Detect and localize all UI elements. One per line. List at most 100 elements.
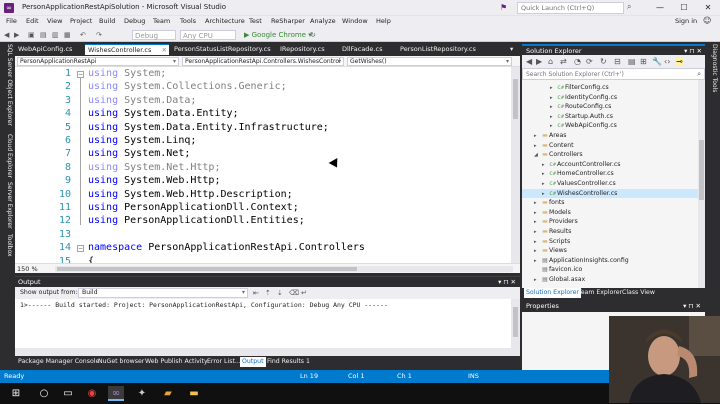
solution-tree[interactable]: ▸ C#FilterConfig.cs ▸ C#IdentityConfig.cs ▸ C… xyxy=(522,80,705,288)
close-button[interactable]: ✕ xyxy=(696,0,720,16)
output-horizontal-scrollbar[interactable] xyxy=(15,348,511,356)
tab-solution-explorer[interactable]: Solution Explorer xyxy=(524,288,581,298)
sync-icon[interactable]: ⟳ xyxy=(586,57,593,66)
tree-item[interactable]: ◢ ▬Controllers xyxy=(534,150,583,159)
editor-vertical-scrollbar[interactable] xyxy=(511,67,520,263)
menu-test[interactable]: Test xyxy=(249,17,262,25)
scrollbar-thumb[interactable] xyxy=(513,79,518,119)
back-icon[interactable]: ◀ xyxy=(4,30,9,40)
search-icon[interactable]: ○ xyxy=(36,386,52,401)
tree-item[interactable]: ▸ ▬Models xyxy=(534,208,571,217)
menu-architecture[interactable]: Architecture xyxy=(205,17,245,25)
tab-wishescontroller[interactable]: WishesController.cs ✕ xyxy=(85,44,169,55)
tab-output[interactable]: Output xyxy=(240,357,266,367)
preview-icon[interactable]: ⊞ xyxy=(640,57,647,66)
tab-find-results[interactable]: Find Results 1 xyxy=(267,357,310,367)
quick-launch-input[interactable]: Quick Launch (Ctrl+Q) xyxy=(517,2,624,14)
refresh-icon[interactable]: ↻ xyxy=(600,57,607,66)
find-message-icon[interactable]: ⇤ xyxy=(253,289,259,297)
menu-analyze[interactable]: Analyze xyxy=(310,17,336,25)
tree-item[interactable]: ▸ C#IdentityConfig.cs xyxy=(550,93,617,102)
output-source-select[interactable]: Build ▾ xyxy=(78,288,248,298)
output-vertical-scrollbar[interactable] xyxy=(511,299,520,356)
fold-toggle-icon[interactable]: − xyxy=(77,71,84,78)
home-icon[interactable]: ⌂ xyxy=(548,57,553,66)
tab-class-view[interactable]: Class View xyxy=(622,288,655,298)
tree-item[interactable]: ▸ C#RouteConfig.cs xyxy=(550,102,611,111)
minimize-button[interactable]: — xyxy=(648,0,672,16)
previous-message-icon[interactable]: ⇡ xyxy=(265,289,271,297)
tree-item[interactable]: ▸ ▬Scripts xyxy=(534,237,570,246)
show-all-files-icon[interactable]: ▤ xyxy=(628,57,636,66)
menu-resharper[interactable]: ReSharper xyxy=(271,17,305,25)
menu-file[interactable]: File xyxy=(6,17,17,25)
view-code-icon[interactable]: ‹› xyxy=(664,57,670,66)
menu-edit[interactable]: Edit xyxy=(26,17,39,25)
menu-project[interactable]: Project xyxy=(70,17,92,25)
search-icon[interactable]: ⌕ xyxy=(627,2,637,14)
editor-horizontal-scrollbar[interactable]: 150 % xyxy=(15,263,520,273)
tree-item[interactable]: ▸ C#HomeController.cs xyxy=(542,169,614,178)
expand-toggle-icon[interactable]: ◢ xyxy=(534,151,541,160)
account-icon[interactable]: ☺ xyxy=(703,16,711,25)
windows-start-icon[interactable]: ⊞ xyxy=(8,386,24,401)
scrollbar-thumb[interactable] xyxy=(699,140,704,200)
tab-nuget-browser[interactable]: NuGet browser xyxy=(98,357,144,367)
clear-all-icon[interactable]: ⌫ xyxy=(289,289,299,297)
tree-item[interactable]: ▸ C#WebApiConfig.cs xyxy=(550,121,617,130)
pin-icon[interactable]: ⊸ xyxy=(676,57,683,66)
word-wrap-icon[interactable]: ↵ xyxy=(301,289,307,297)
tree-item[interactable]: ▸ ▬Areas xyxy=(534,131,566,140)
new-project-icon[interactable]: ▣ xyxy=(28,30,35,40)
open-icon[interactable]: ▤ xyxy=(40,30,47,40)
pane-buttons[interactable]: ▾ ⊓ ✕ xyxy=(684,47,702,55)
save-icon[interactable]: ▥ xyxy=(52,30,59,40)
tree-item[interactable]: ▸ ▬Results xyxy=(534,227,571,236)
save-all-icon[interactable]: ▦ xyxy=(64,30,71,40)
close-tab-icon[interactable]: ✕ xyxy=(162,45,167,55)
task-view-icon[interactable]: ▭ xyxy=(60,386,76,401)
tree-item[interactable]: ▤favicon.ico xyxy=(534,265,582,274)
fold-toggle-icon[interactable]: − xyxy=(77,245,84,253)
collapse-all-icon[interactable]: ⊟ xyxy=(614,57,621,66)
member-dropdown[interactable]: GetWishes() ▾ xyxy=(347,57,512,66)
tree-item-selected[interactable]: ▸ C#WishesController.cs xyxy=(522,188,705,198)
pane-buttons[interactable]: ▾ ⊓ ✕ xyxy=(683,302,701,310)
diagnostic-tools-tab[interactable]: Diagnostic Tools xyxy=(707,44,718,104)
file-explorer-icon[interactable]: ▬ xyxy=(186,386,202,401)
code-editor[interactable]: 1 2 3 4 5 6 7 8 9 10 11 12 13 14 15− − using System; usi… xyxy=(15,67,511,263)
tab-personlistrepository[interactable]: PersonListRepository.cs xyxy=(397,44,489,55)
type-dropdown[interactable]: PersonApplicationRestApi.Controllers.Wis… xyxy=(182,57,344,66)
forward-icon[interactable]: ▶ xyxy=(536,57,542,66)
menu-debug[interactable]: Debug xyxy=(124,17,145,25)
back-icon[interactable]: ◀ xyxy=(526,57,532,66)
undo-icon[interactable]: ↶ xyxy=(80,30,86,40)
chrome-icon[interactable]: ◉ xyxy=(84,386,100,401)
scrollbar-thumb[interactable] xyxy=(513,307,518,337)
tree-scrollbar[interactable] xyxy=(698,80,705,288)
tab-personstatuslistrepository[interactable]: PersonStatusListRepository.cs xyxy=(171,44,281,55)
solution-explorer-search[interactable]: Search Solution Explorer (Ctrl+') ⌕ xyxy=(522,68,705,80)
scrollbar-thumb[interactable] xyxy=(57,267,357,271)
expand-toggle-icon[interactable]: ▸ xyxy=(534,276,541,285)
refresh-icon[interactable]: ↻ xyxy=(310,30,316,40)
menu-tools[interactable]: Tools xyxy=(180,17,196,25)
tab-webapiconfig[interactable]: WebApiConfig.cs xyxy=(15,44,84,55)
toolbox-tab[interactable]: Toolbox xyxy=(2,234,13,264)
tree-item[interactable]: ▸ C#AccountController.cs xyxy=(542,160,620,169)
cloud-explorer-tab[interactable]: Cloud Explorer xyxy=(2,134,13,178)
tree-item[interactable]: ▸ ▤Global.asax xyxy=(534,275,585,284)
tree-item[interactable]: ▸ ▬Views xyxy=(534,246,567,255)
next-message-icon[interactable]: ⇣ xyxy=(277,289,283,297)
app-icon[interactable]: ▰ xyxy=(160,386,176,401)
tree-item[interactable]: ▸ C#ValuesController.cs xyxy=(542,179,616,188)
tab-dllfacade[interactable]: DllFacade.cs xyxy=(339,44,397,55)
forward-icon[interactable]: ▶ xyxy=(14,30,19,40)
tree-item[interactable]: ▸ C#Startup.Auth.cs xyxy=(550,112,613,121)
tab-team-explorer[interactable]: Team Explorer xyxy=(578,288,622,298)
pane-buttons[interactable]: ▾ ⊓ ✕ xyxy=(498,278,516,286)
tab-error-list[interactable]: Error List... xyxy=(207,357,241,367)
tree-item[interactable]: ▸ ▬Providers xyxy=(534,217,578,226)
notification-flag-icon[interactable]: ⚑ xyxy=(500,3,507,12)
menu-build[interactable]: Build xyxy=(99,17,115,25)
